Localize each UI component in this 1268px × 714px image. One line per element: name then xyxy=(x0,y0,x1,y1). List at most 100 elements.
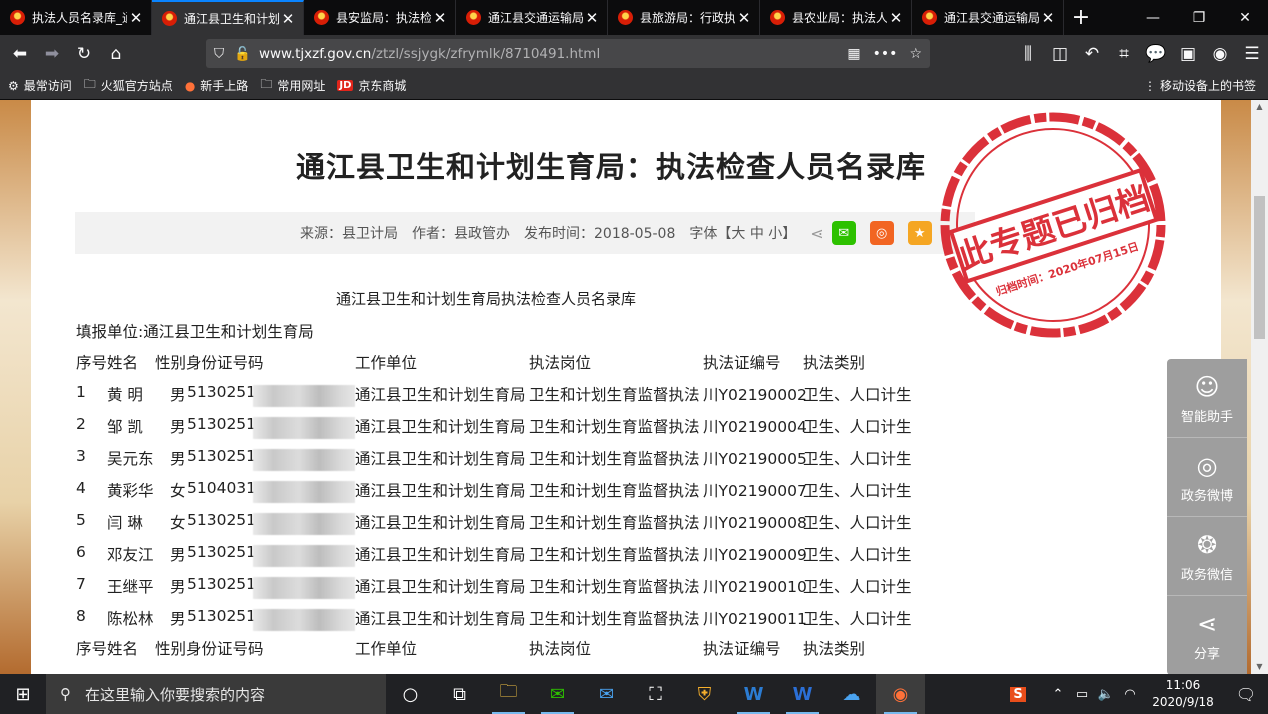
row-unit: 通江县卫生和计划生育局 xyxy=(355,482,526,500)
mail-icon[interactable]: ✉ xyxy=(582,674,631,714)
close-icon[interactable]: ✕ xyxy=(583,9,601,27)
menu-hamburger-icon[interactable]: ☰ xyxy=(1236,38,1268,70)
wechat-share-icon[interactable]: ✉ xyxy=(831,221,856,245)
row-no: 8 xyxy=(76,607,86,625)
chat-bubble-icon[interactable]: 💬 xyxy=(1140,38,1172,70)
row-id-prefix: 5130251 xyxy=(187,447,257,465)
new-tab-plus-icon[interactable]: + xyxy=(1064,0,1098,35)
minimize-icon[interactable]: — xyxy=(1130,0,1176,35)
qzone-share-icon[interactable]: ★ xyxy=(907,221,932,245)
close-icon[interactable]: ✕ xyxy=(127,9,145,27)
home-icon[interactable]: ⌂ xyxy=(100,38,132,70)
share-button[interactable]: ⋖ 分享 xyxy=(1167,596,1247,674)
wps-word-icon[interactable]: W xyxy=(778,674,827,714)
firefox-taskbar-icon[interactable]: ◉ xyxy=(876,674,925,714)
wifi-icon[interactable]: ◠ xyxy=(1118,687,1142,702)
row-id-prefix: 5130251 xyxy=(187,511,257,529)
reload-icon[interactable]: ↻ xyxy=(68,38,100,70)
row-post: 卫生和计划生育监督执法 xyxy=(529,610,700,628)
site-info-shield-icon[interactable]: ⛉ xyxy=(214,46,224,62)
mobile-bookmarks[interactable]: ⋮ 移动设备上的书签 xyxy=(1144,77,1256,94)
security-shield-icon[interactable]: ⛨ xyxy=(680,674,729,714)
filling-unit: 填报单位:通江县卫生和计划生育局 xyxy=(76,323,314,341)
wechat-app-icon[interactable]: ✉ xyxy=(533,674,582,714)
bookmark-most-visited[interactable]: ⚙ 最常访问 xyxy=(8,77,72,94)
taskbar-search-box[interactable]: ⚲ 在这里输入你要搜索的内容 xyxy=(46,674,386,714)
row-unit: 通江县卫生和计划生育局 xyxy=(355,610,526,628)
sidebar-icon[interactable]: ◫ xyxy=(1044,38,1076,70)
sogou-ime-icon[interactable]: S xyxy=(1010,686,1026,702)
emblem-favicon-icon xyxy=(466,10,481,25)
tab-title: 通江县交通运输局 xyxy=(488,11,583,25)
library-icon[interactable]: ⫼ xyxy=(1012,38,1044,70)
tab-0[interactable]: 执法人员名录库_通江县人民政府 ✕ xyxy=(0,0,152,35)
row-sex: 女 xyxy=(170,514,186,532)
tab-2[interactable]: 县安监局：执法检查人员 ✕ xyxy=(304,0,456,35)
bookmark-star-icon[interactable]: ☆ xyxy=(909,46,922,62)
tab-3[interactable]: 通江县交通运输局 ✕ xyxy=(456,0,608,35)
gov-weibo-button[interactable]: ◎ 政务微博 xyxy=(1167,438,1247,517)
taskbar-clock[interactable]: 11:06 2020/9/18 xyxy=(1142,677,1224,711)
redacted-id-blur xyxy=(253,545,355,567)
bookmark-label: 常用网址 xyxy=(277,79,326,93)
scroll-up-arrow-icon[interactable]: ▲ xyxy=(1251,100,1268,114)
close-icon[interactable]: ✕ xyxy=(887,9,905,27)
address-bar[interactable]: ⛉ 🔓 www.tjxzf.gov.cn/ztzl/ssjygk/zfrymlk… xyxy=(206,39,930,68)
tab-6[interactable]: 通江县交通运输局 ✕ xyxy=(912,0,1064,35)
share-icon[interactable]: ⋖ xyxy=(810,224,823,243)
windows-start-icon[interactable]: ⊞ xyxy=(0,674,46,714)
emblem-favicon-icon xyxy=(618,10,633,25)
close-icon[interactable]: ✕ xyxy=(1039,9,1057,27)
page-scrollbar[interactable]: ▲ ▼ xyxy=(1251,100,1268,674)
task-view-icon[interactable]: ⧉ xyxy=(435,674,484,714)
tab-5[interactable]: 县农业局：执法人员名录 ✕ xyxy=(760,0,912,35)
bookmark-getting-started[interactable]: ● 新手上路 xyxy=(185,77,249,94)
tab-title: 县旅游局：行政执法人员 xyxy=(640,11,735,25)
insecure-lock-icon[interactable]: 🔓 xyxy=(234,46,251,62)
volume-icon[interactable]: 🔈 xyxy=(1094,687,1118,702)
store-icon[interactable]: ⛶ xyxy=(631,674,680,714)
tab-1[interactable]: 通江县卫生和计划生育局 ✕ xyxy=(152,0,304,35)
tab-strip: 执法人员名录库_通江县人民政府 ✕ 通江县卫生和计划生育局 ✕ 县安监局：执法检… xyxy=(0,0,1268,35)
notification-center-icon[interactable]: 🗨 xyxy=(1224,685,1268,704)
forward-arrow-icon[interactable]: ➡ xyxy=(36,38,68,70)
close-icon[interactable]: ✕ xyxy=(431,9,449,27)
header-cert: 执法证编号 xyxy=(703,640,781,658)
redacted-id-blur xyxy=(253,449,355,471)
bookmark-common-sites[interactable]: 🗀 常用网址 xyxy=(260,75,325,96)
weibo-share-icon[interactable]: ◎ xyxy=(869,221,894,245)
restore-icon[interactable]: ❐ xyxy=(1176,0,1222,35)
bookmark-jd[interactable]: JD 京东商城 xyxy=(337,77,406,94)
sp-label: 智能助手 xyxy=(1180,409,1233,425)
scrollbar-thumb[interactable] xyxy=(1254,196,1265,339)
toolbar-right: ⫼ ◫ ↶ ⌗ 💬 ▣ ◉ ☰ xyxy=(1012,35,1268,72)
word-icon[interactable]: W xyxy=(729,674,778,714)
cortana-circle-icon[interactable]: ○ xyxy=(386,674,435,714)
account-icon[interactable]: ◉ xyxy=(1204,38,1236,70)
close-icon[interactable]: ✕ xyxy=(735,9,753,27)
qr-code-icon[interactable]: ▦ xyxy=(847,46,860,62)
row-name: 黄彩华 xyxy=(107,482,154,500)
redacted-id-blur xyxy=(253,577,355,599)
tab-title: 通江县卫生和计划生育局 xyxy=(184,12,279,26)
font-size-selector[interactable]: 字体【大 中 小】 xyxy=(689,223,796,243)
close-icon[interactable]: ✕ xyxy=(279,10,297,28)
clock-time: 11:06 xyxy=(1165,678,1201,692)
undo-icon[interactable]: ↶ xyxy=(1076,38,1108,70)
screenshot-crop-icon[interactable]: ⌗ xyxy=(1108,38,1140,70)
close-window-icon[interactable]: ✕ xyxy=(1222,0,1268,35)
scroll-down-arrow-icon[interactable]: ▼ xyxy=(1251,660,1268,674)
mobile-bookmarks-label: 移动设备上的书签 xyxy=(1159,79,1256,93)
tray-expand-chevron-icon[interactable]: ⌃ xyxy=(1046,687,1070,702)
tab-4[interactable]: 县旅游局：行政执法人员 ✕ xyxy=(608,0,760,35)
smart-assistant-button[interactable]: ☺ 智能助手 xyxy=(1167,359,1247,438)
baidu-netdisk-icon[interactable]: ☁ xyxy=(827,674,876,714)
file-explorer-icon[interactable]: 🗀 xyxy=(484,674,533,714)
battery-icon[interactable]: ▭ xyxy=(1070,687,1094,702)
back-arrow-icon[interactable]: ⬅ xyxy=(4,38,36,70)
page-actions-more-icon[interactable]: ••• xyxy=(873,46,898,62)
gov-wechat-button[interactable]: ❂ 政务微信 xyxy=(1167,517,1247,596)
extension-icon[interactable]: ▣ xyxy=(1172,38,1204,70)
row-cert: 川Y02190009 xyxy=(703,546,807,564)
bookmark-firefox-site[interactable]: 🗀 火狐官方站点 xyxy=(84,75,173,96)
